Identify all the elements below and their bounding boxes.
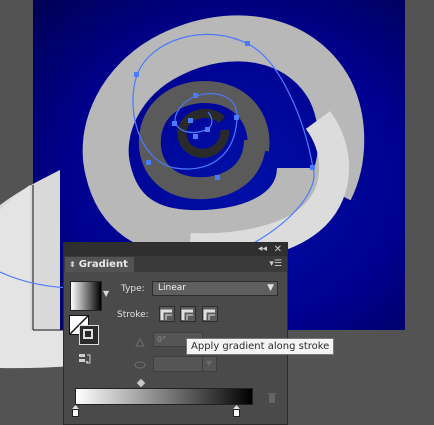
apply-gradient-within-stroke-button[interactable] xyxy=(159,306,175,322)
tab-expand-icon[interactable]: ⬍ xyxy=(69,260,76,269)
gradient-slider[interactable] xyxy=(75,388,253,405)
gradient-panel: ◂◂ ✕ ⬍ Gradient ▾☰ ▼ Type: Linear ▼ Strok… xyxy=(63,242,288,425)
tab-gradient-label: Gradient xyxy=(78,259,128,270)
stroke-label: Stroke: xyxy=(117,310,149,320)
apply-gradient-along-stroke-button[interactable] xyxy=(180,306,196,322)
panel-tabbar: ⬍ Gradient ▾☰ xyxy=(64,256,287,272)
gradient-swatch-thumbnail[interactable] xyxy=(70,281,102,311)
close-icon[interactable]: ✕ xyxy=(274,243,282,256)
stroke-along-icon xyxy=(181,309,193,320)
stroke-within-icon xyxy=(160,309,172,320)
aspect-ratio-field[interactable]: ▼ xyxy=(153,356,217,372)
stroke-tooltip: Apply gradient along stroke xyxy=(186,338,335,355)
aspect-ratio-icon xyxy=(134,361,146,369)
collapse-double-arrow-icon[interactable]: ◂◂ xyxy=(258,243,267,256)
gradient-stop-black[interactable] xyxy=(233,405,240,417)
gradient-midpoint-diamond[interactable] xyxy=(136,378,146,388)
gradient-stop-white[interactable] xyxy=(72,405,79,417)
angle-icon xyxy=(135,337,145,347)
type-select-value: Linear xyxy=(158,283,186,293)
stroke-swatch-inner xyxy=(83,329,93,339)
chevron-down-icon[interactable]: ▼ xyxy=(267,282,274,295)
apply-gradient-across-stroke-button[interactable] xyxy=(202,306,218,322)
type-label: Type: xyxy=(121,284,145,294)
panel-menu-icon[interactable]: ▾☰ xyxy=(269,258,282,270)
gradient-type-select[interactable]: Linear ▼ xyxy=(152,281,278,296)
swatch-dropdown-icon[interactable]: ▼ xyxy=(103,289,109,298)
stroke-across-icon xyxy=(203,309,215,320)
reverse-gradient-icon[interactable] xyxy=(78,352,92,366)
fill-stroke-selector[interactable] xyxy=(69,315,99,345)
trash-icon[interactable] xyxy=(267,391,277,403)
panel-titlebar[interactable]: ◂◂ ✕ xyxy=(64,243,287,256)
tab-gradient[interactable]: ⬍ Gradient xyxy=(65,257,134,272)
chevron-down-icon[interactable]: ▼ xyxy=(202,357,215,371)
